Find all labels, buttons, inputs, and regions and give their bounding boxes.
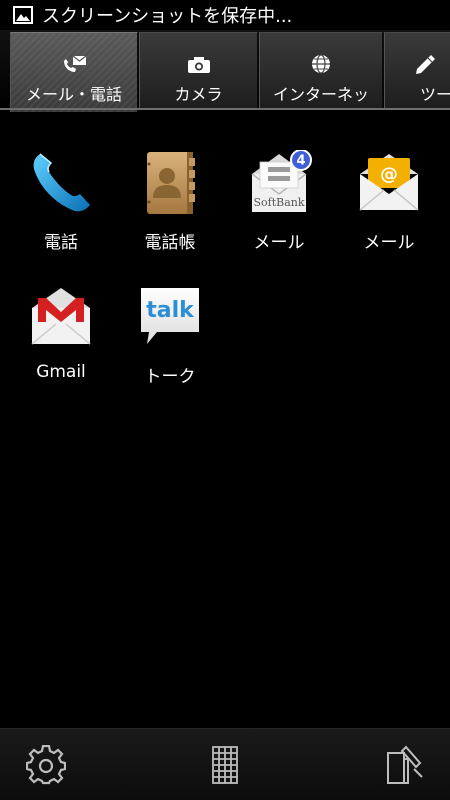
pen-icon (416, 55, 435, 74)
edit-clipboard-icon[interactable] (384, 745, 424, 785)
tab-label: インターネッ (272, 85, 369, 104)
app-label: 電話帳 (144, 233, 196, 253)
app-label: Gmail (36, 362, 86, 382)
home-screen: スクリーンショットを保存中... メール・電話 カメラ インターネッ ツー 電話… (0, 0, 450, 800)
globe-icon (312, 54, 330, 74)
talk-logo-text: talk (146, 298, 195, 323)
softbank-mail-icon: SoftBank 4 (251, 150, 312, 212)
tab-label: ツー (419, 85, 450, 104)
picture-icon (13, 6, 33, 24)
app-label: メール (363, 233, 415, 253)
gear-icon[interactable] (26, 745, 66, 785)
address-book-icon (147, 152, 195, 214)
app-address-book[interactable]: 電話帳 (115, 150, 225, 253)
unread-count-badge: 4 (296, 154, 305, 169)
phone-mail-icon (64, 55, 87, 72)
tab-camera[interactable]: カメラ (139, 32, 258, 108)
camera-icon (187, 57, 210, 73)
tab-tools[interactable]: ツー (384, 32, 450, 108)
status-notification-text: スクリーンショットを保存中... (42, 6, 293, 27)
app-gmail[interactable]: Gmail (6, 284, 116, 382)
softbank-logo-text: SoftBank (253, 196, 304, 209)
app-label: メール (253, 233, 305, 253)
app-softbank-mail[interactable]: SoftBank 4 メール (224, 150, 334, 253)
category-tab-strip: メール・電話 カメラ インターネッ ツー (0, 30, 450, 112)
at-sign-text: @ (380, 164, 398, 185)
tab-label: カメラ (174, 85, 223, 104)
tab-label: メール・電話 (25, 85, 122, 104)
tab-mail-phone[interactable]: メール・電話 (10, 32, 138, 112)
app-phone[interactable]: 電話 (6, 150, 116, 253)
phone-handset-icon (33, 153, 90, 212)
app-grid-icon[interactable] (205, 745, 245, 785)
tab-internet[interactable]: インターネッ (259, 32, 383, 108)
talk-icon: talk (141, 288, 199, 344)
email-envelope-icon: @ (359, 154, 419, 211)
app-label: 電話 (44, 233, 78, 253)
bottom-bar (0, 728, 450, 800)
app-email[interactable]: @ メール (334, 150, 444, 253)
app-label: トーク (144, 367, 196, 387)
gmail-icon (31, 288, 91, 345)
status-bar: スクリーンショットを保存中... (0, 0, 450, 30)
tab-underline (0, 108, 450, 110)
app-talk[interactable]: talk トーク (115, 284, 225, 387)
